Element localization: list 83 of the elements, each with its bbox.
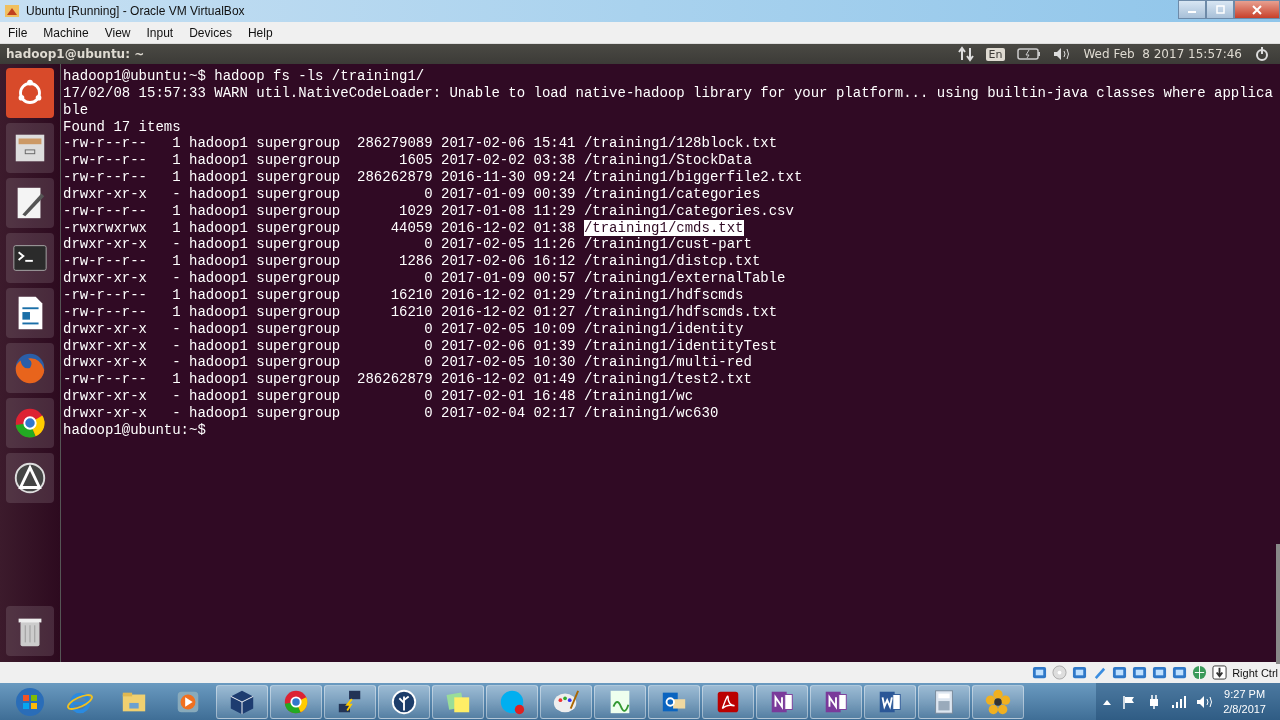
windows-logo-icon bbox=[15, 686, 45, 717]
taskbar-button[interactable] bbox=[216, 684, 268, 719]
menu-item[interactable]: Input bbox=[138, 25, 182, 40]
host-key-label: Right Ctrl bbox=[1232, 666, 1278, 679]
file-path: /training1/identity bbox=[583, 320, 744, 337]
close-icon bbox=[1251, 4, 1263, 15]
terminal-line: drwxr-xr-x - hadoop1 supergroup 0 2017-01-09 00:57 bbox=[63, 270, 577, 287]
menu-item[interactable]: Devices bbox=[181, 25, 240, 40]
flower-icon bbox=[984, 687, 1012, 716]
terminal-line: drwxr-xr-x - hadoop1 supergroup 0 2017-01-09 00:39 bbox=[63, 185, 577, 202]
terminal-line: -rw-r--r-- 1 hadoop1 supergroup 286262879 2016-12-02 01:49 bbox=[63, 371, 577, 388]
terminal-line: drwxr-xr-x - hadoop1 supergroup 0 2017-02-04 02:17 bbox=[63, 404, 577, 421]
file-path: /training1/externalTable bbox=[583, 270, 786, 287]
terminal-line: ble bbox=[63, 101, 89, 118]
taskbar-clock[interactable]: 9:27 PM 2/8/2017 bbox=[1223, 686, 1266, 717]
file-path: /training1/multi-red bbox=[583, 354, 752, 371]
scrollbar[interactable] bbox=[1276, 544, 1280, 664]
terminal-line: hadoop1@ubuntu:~$ bbox=[63, 421, 206, 438]
menu-item[interactable]: Help bbox=[239, 25, 281, 40]
battery-icon[interactable] bbox=[1017, 48, 1042, 60]
terminal-line: -rw-r--r-- 1 hadoop1 supergroup 286279089 2017-02-06 15:41 bbox=[63, 135, 577, 152]
volume-icon[interactable] bbox=[1196, 694, 1215, 709]
launcher-item[interactable] bbox=[6, 398, 54, 448]
volume-icon[interactable] bbox=[1053, 47, 1072, 61]
network-arrows-icon[interactable] bbox=[957, 46, 974, 62]
minimize-button[interactable] bbox=[1178, 0, 1206, 19]
launcher-item[interactable] bbox=[6, 288, 54, 338]
file-path: /training1/cust-part bbox=[583, 236, 752, 253]
virtualbox-icon bbox=[4, 3, 20, 19]
menu-item[interactable]: File bbox=[0, 25, 36, 40]
keyboard-layout-indicator[interactable]: En bbox=[985, 47, 1006, 61]
file-path: /training1/hdfscmds bbox=[583, 286, 744, 303]
file-path: /training1/distcp.txt bbox=[583, 253, 761, 270]
taskbar-button[interactable] bbox=[972, 684, 1024, 719]
terminal-line: -rw-r--r-- 1 hadoop1 supergroup 286262879 2016-11-30 09:24 bbox=[63, 169, 577, 186]
panel-clock[interactable]: Wed Feb 8 2017 15:57:46 bbox=[1083, 47, 1242, 61]
terminal-line: -rw-r--r-- 1 hadoop1 supergroup 16210 2016-12-02 01:29 bbox=[63, 286, 577, 303]
terminal-line: drwxr-xr-x - hadoop1 supergroup 0 2017-02-06 01:39 bbox=[63, 337, 577, 354]
file-path: /training1/test2.txt bbox=[583, 371, 752, 388]
arrow-down-icon[interactable] bbox=[1212, 665, 1228, 680]
terminal-line: -rw-r--r-- 1 hadoop1 supergroup 1605 2017-02-02 03:38 bbox=[63, 152, 577, 169]
taskbar-button[interactable] bbox=[324, 684, 376, 719]
terminal-line: drwxr-xr-x - hadoop1 supergroup 0 2017-02-05 11:26 bbox=[63, 236, 577, 253]
settings-icon[interactable] bbox=[1254, 46, 1270, 62]
terminal-line: Found 17 items bbox=[63, 118, 181, 135]
window-title: Ubuntu [Running] - Oracle VM VirtualBox bbox=[26, 4, 245, 18]
file-path: /training1/identityTest bbox=[583, 337, 778, 354]
dash-button[interactable] bbox=[6, 68, 54, 118]
terminal-line: drwxr-xr-x - hadoop1 supergroup 0 2017-02-05 10:09 bbox=[63, 320, 577, 337]
launcher-item[interactable] bbox=[6, 178, 54, 228]
maximize-button[interactable] bbox=[1206, 0, 1234, 19]
file-path: /training1/hdfscmds.txt bbox=[583, 303, 778, 320]
taskbar-button[interactable] bbox=[378, 684, 430, 719]
file-path: /training1/wc630 bbox=[583, 404, 719, 421]
signal-icon[interactable] bbox=[1171, 693, 1188, 710]
launcher-item[interactable] bbox=[6, 453, 54, 503]
close-button[interactable] bbox=[1234, 0, 1280, 19]
taskbar-button[interactable] bbox=[864, 684, 916, 719]
taskbar-button[interactable] bbox=[810, 684, 862, 719]
launcher-item[interactable] bbox=[6, 123, 54, 173]
file-path: /training1/StockData bbox=[583, 152, 752, 169]
maximize-icon bbox=[1214, 4, 1226, 15]
terminal-line: hadoop1@ubuntu:~$ hadoop fs -ls /training1/ bbox=[63, 68, 425, 84]
trash-button[interactable] bbox=[6, 606, 54, 656]
terminal-line: 17/02/08 15:57:33 WARN util.NativeCodeLoader: Unable to load native-hadoop library for your platform... using builtin-java classes where applica bbox=[63, 84, 1273, 101]
terminal-line: drwxr-xr-x - hadoop1 supergroup 0 2017-02-01 16:48 bbox=[63, 388, 577, 405]
file-path: /training1/wc bbox=[583, 388, 694, 405]
file-path: /training1/biggerfile2.txt bbox=[583, 169, 803, 186]
panel-title: hadoop1@ubuntu: ~ bbox=[6, 47, 145, 61]
file-path: /training1/128block.txt bbox=[583, 135, 778, 152]
menu-item[interactable]: View bbox=[96, 25, 139, 40]
menu-item[interactable]: Machine bbox=[35, 25, 97, 40]
terminal-line: -rw-r--r-- 1 hadoop1 supergroup 1029 2017-01-08 11:29 bbox=[63, 202, 577, 219]
tree-icon bbox=[390, 687, 418, 716]
taskbar-button[interactable] bbox=[756, 684, 808, 719]
terminal-line: -rw-r--r-- 1 hadoop1 supergroup 16210 2016-12-02 01:27 bbox=[63, 303, 577, 320]
terminal-line: drwxr-xr-x - hadoop1 supergroup 0 2017-02-05 10:30 bbox=[63, 354, 577, 371]
file-path: /training1/cmds.txt bbox=[583, 219, 744, 236]
file-path: /training1/categories bbox=[583, 185, 761, 202]
file-path: /training1/categories.csv bbox=[583, 202, 794, 219]
terminal-line: -rw-r--r-- 1 hadoop1 supergroup 1286 2017-02-06 16:12 bbox=[63, 253, 577, 270]
pen-icon[interactable] bbox=[1092, 665, 1108, 680]
terminal-line: -rwxrwxrwx 1 hadoop1 supergroup 44059 2016-12-02 01:38 bbox=[63, 219, 577, 236]
